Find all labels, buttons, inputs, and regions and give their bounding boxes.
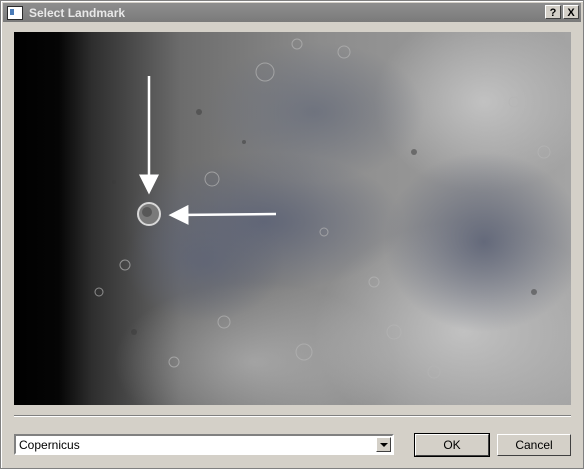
help-button[interactable]: ? — [545, 5, 561, 19]
horizontal-pointer-arrow — [168, 204, 277, 225]
window-title: Select Landmark — [29, 5, 126, 20]
select-landmark-dialog: Select Landmark ? X Copernicus OK Cancel — [0, 0, 584, 469]
title-bar[interactable]: Select Landmark ? X — [3, 3, 581, 22]
dropdown-arrow-icon[interactable] — [376, 437, 391, 452]
separator — [14, 415, 571, 417]
ok-button[interactable]: OK — [414, 433, 490, 457]
moon-image[interactable] — [14, 32, 571, 405]
window-icon — [7, 5, 23, 20]
moon-surface-image — [14, 32, 571, 405]
landmark-select-value: Copernicus — [19, 438, 80, 452]
landmark-select[interactable]: Copernicus — [14, 434, 394, 455]
cancel-button[interactable]: Cancel — [497, 434, 571, 456]
close-button[interactable]: X — [563, 5, 579, 19]
